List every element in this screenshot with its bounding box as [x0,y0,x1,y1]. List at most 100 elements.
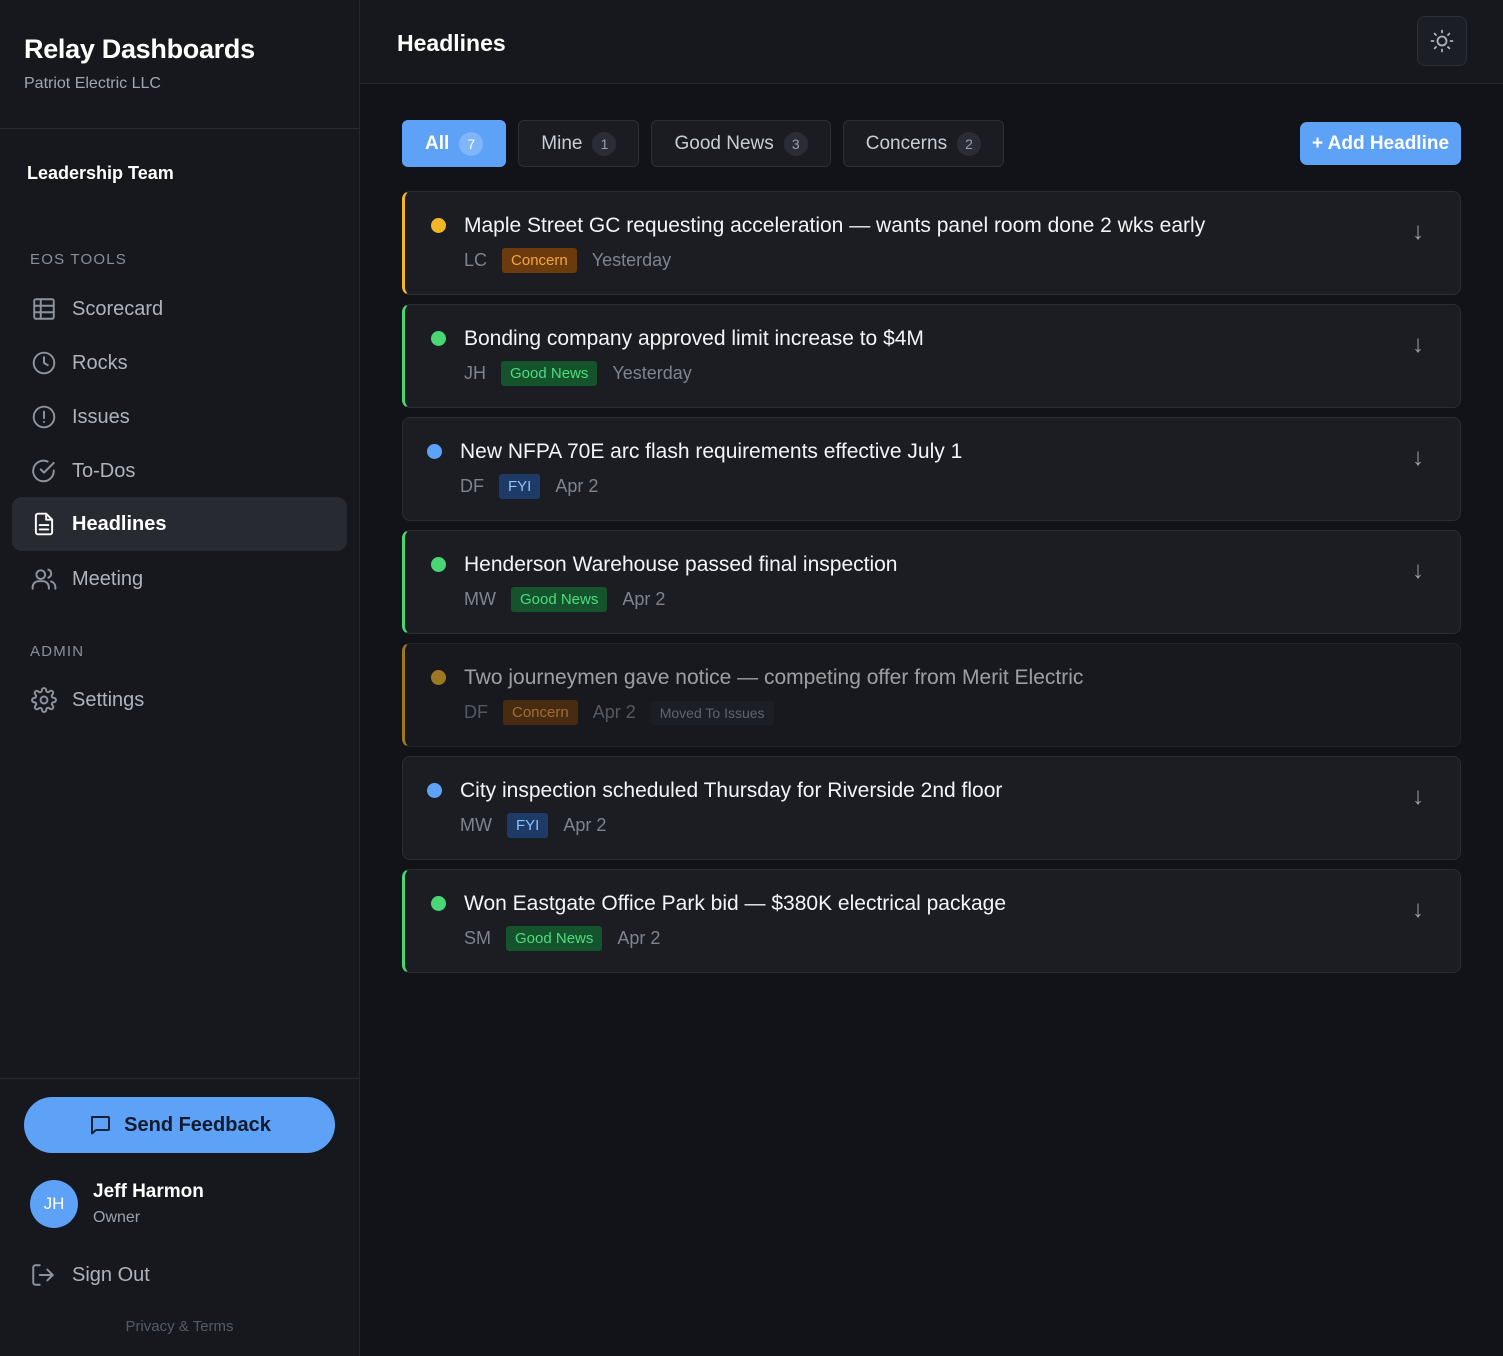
headline-meta: MW FYI Apr 2 [460,813,606,838]
gear-icon [30,686,58,714]
sidebar-item-label: Settings [72,688,145,711]
headline-title: Maple Street GC requesting acceleration … [464,214,1206,237]
user-profile[interactable]: JH Jeff Harmon Owner [30,1180,204,1228]
author-initials: DF [460,476,484,496]
add-headline-button[interactable]: + Add Headline [1300,122,1461,165]
sidebar-item-todos[interactable]: To-Dos [12,444,347,498]
headline-date: Apr 2 [592,702,636,722]
status-dot [431,670,446,685]
tab-good-news[interactable]: Good News 3 [651,120,831,167]
brand-title: Relay Dashboards [24,34,255,64]
headline-card[interactable]: Two journeymen gave notice — competing o… [402,643,1461,747]
moved-to-issues-badge: Moved To Issues [650,700,774,725]
category-badge: Good News [501,361,598,386]
headline-date: Apr 2 [563,815,607,835]
arrow-down-icon[interactable]: ↓ [1412,444,1424,472]
headline-title: Two journeymen gave notice — competing o… [464,666,1084,689]
sun-icon [1430,29,1454,53]
sidebar-item-label: To-Dos [72,459,136,482]
tab-all[interactable]: All 7 [402,120,507,167]
headline-date: Apr 2 [622,589,666,609]
headline-card[interactable]: City inspection scheduled Thursday for R… [402,756,1461,860]
tab-label: Mine [541,132,583,154]
sidebar-divider [0,128,359,129]
headline-date: Yesterday [591,250,672,270]
headline-meta: DF Concern Apr 2 Moved To Issues [464,700,774,725]
sidebar-item-label: Rocks [72,351,128,374]
headline-title: City inspection scheduled Thursday for R… [460,779,1003,802]
author-initials: JH [464,363,486,383]
sidebar-item-label: Scorecard [72,297,164,320]
status-dot [427,783,442,798]
headline-card[interactable]: Maple Street GC requesting acceleration … [402,191,1461,295]
tab-concerns[interactable]: Concerns 2 [842,120,1005,167]
document-icon [30,510,58,538]
arrow-down-icon[interactable]: ↓ [1412,783,1424,811]
sidebar-item-rocks[interactable]: Rocks [12,336,347,390]
filter-tabs: All 7 Mine 1 Good News 3 Concerns 2 [402,120,1005,167]
sidebar: Relay Dashboards Patriot Electric LLC Le… [0,0,360,1356]
theme-toggle-button[interactable] [1417,16,1467,66]
status-dot [427,444,442,459]
sidebar-item-scorecard[interactable]: Scorecard [12,282,347,336]
headline-title: New NFPA 70E arc flash requirements effe… [460,440,963,463]
tab-mine[interactable]: Mine 1 [518,120,640,167]
sign-out-icon [32,1264,54,1286]
arrow-down-icon[interactable]: ↓ [1412,331,1424,359]
arrow-down-icon[interactable]: ↓ [1412,896,1424,924]
headline-title: Won Eastgate Office Park bid — $380K ele… [464,892,1007,915]
author-initials: SM [464,928,491,948]
brand: Relay Dashboards Patriot Electric LLC [24,34,255,93]
category-badge: Good News [510,587,608,612]
category-badge: Concern [502,248,577,273]
company-name: Patriot Electric LLC [24,75,161,92]
headline-title: Henderson Warehouse passed final inspect… [464,553,898,576]
message-icon [91,1116,111,1135]
author-initials: MW [460,815,492,835]
headline-card[interactable]: Henderson Warehouse passed final inspect… [402,530,1461,634]
arrow-down-icon[interactable]: ↓ [1412,218,1424,246]
sidebar-item-settings[interactable]: Settings [12,673,347,727]
sidebar-divider [0,1078,359,1079]
headline-meta: MW Good News Apr 2 [464,587,665,612]
sidebar-item-label: Headlines [72,512,167,535]
headline-title: Bonding company approved limit increase … [464,327,924,350]
send-feedback-label: Send Feedback [124,1113,271,1136]
arrow-down-icon[interactable]: ↓ [1412,557,1424,585]
headline-meta: JH Good News Yesterday [464,361,692,386]
sidebar-item-issues[interactable]: Issues [12,390,347,444]
tab-count: 7 [459,131,484,156]
headline-card[interactable]: Won Eastgate Office Park bid — $380K ele… [402,869,1461,973]
section-label-tools: EOS TOOLS [30,251,127,268]
headline-meta: LC Concern Yesterday [464,248,671,273]
tab-count: 3 [783,131,808,156]
send-feedback-button[interactable]: Send Feedback [24,1097,335,1153]
category-badge: Concern [503,700,578,725]
status-dot [431,218,446,233]
privacy-terms-link[interactable]: Privacy & Terms [0,1318,359,1335]
author-initials: LC [464,250,488,270]
sidebar-item-headlines[interactable]: Headlines [12,497,347,551]
avatar: JH [30,1180,78,1228]
tab-label: All [425,132,450,154]
check-circle-icon [30,457,58,485]
users-icon [30,565,58,593]
team-selector[interactable]: Leadership Team [27,163,174,184]
author-initials: DF [464,702,488,722]
category-badge: Good News [506,926,603,951]
status-dot [431,896,446,911]
status-dot [431,557,446,572]
user-role: Owner [93,1209,141,1226]
headline-meta: DF FYI Apr 2 [460,474,598,499]
category-badge: FYI [506,813,549,838]
author-initials: MW [464,589,496,609]
sidebar-item-meeting[interactable]: Meeting [12,552,347,606]
page-title: Headlines [397,30,506,56]
headline-date: Yesterday [612,363,692,383]
tab-count: 1 [592,131,617,156]
tab-label: Good News [674,132,774,154]
table-icon [30,295,58,323]
sign-out-button[interactable]: Sign Out [30,1262,150,1288]
headline-card[interactable]: New NFPA 70E arc flash requirements effe… [402,417,1461,521]
headline-card[interactable]: Bonding company approved limit increase … [402,304,1461,408]
